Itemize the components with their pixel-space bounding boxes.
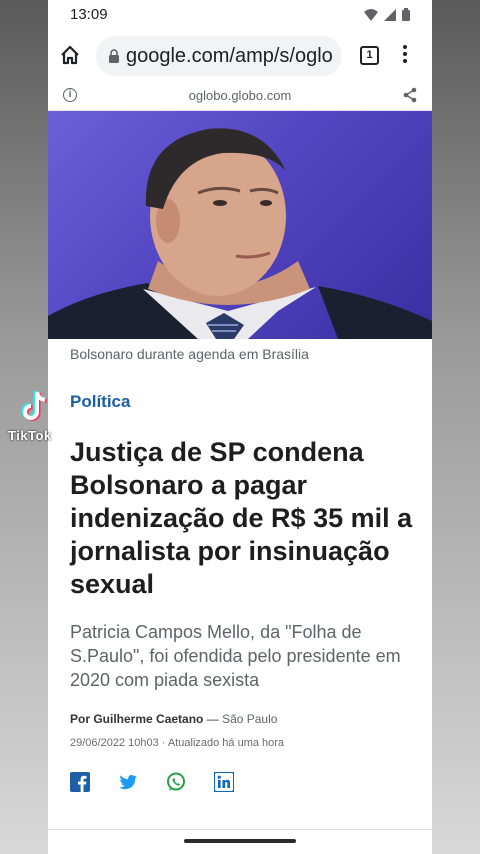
publish-date: 29/06/2022 10h03 · Atualizado há uma hor… bbox=[70, 737, 285, 749]
amp-domain[interactable]: oglobo.globo.com bbox=[48, 88, 432, 103]
gesture-nav-bar[interactable] bbox=[184, 839, 296, 843]
tiktok-logo-icon bbox=[21, 390, 47, 421]
content-divider bbox=[48, 829, 432, 830]
wifi-icon bbox=[364, 8, 378, 21]
overflow-menu-icon[interactable] bbox=[402, 45, 408, 65]
phone-screen: 13:09 google.com/amp/s/oglo 1 i oglobo.g… bbox=[48, 0, 432, 854]
article-headline: Justiça de SP condena Bolsonaro a pagar … bbox=[70, 437, 413, 599]
byline-separator: — bbox=[206, 712, 223, 726]
author-name[interactable]: Por Guilherme Caetano bbox=[70, 712, 203, 726]
url-text: google.com/amp/s/oglo bbox=[126, 45, 333, 67]
byline-city: São Paulo bbox=[222, 712, 278, 726]
category-link[interactable]: Política bbox=[70, 392, 130, 412]
status-time: 13:09 bbox=[70, 6, 108, 23]
lock-icon bbox=[109, 49, 119, 63]
tiktok-watermark: TikTok bbox=[8, 390, 60, 460]
linkedin-icon[interactable] bbox=[214, 772, 234, 792]
tiktok-wordmark: TikTok bbox=[8, 428, 52, 443]
twitter-icon[interactable] bbox=[118, 772, 138, 792]
photo-caption: Bolsonaro durante agenda em Brasília bbox=[70, 346, 309, 362]
amp-header: i oglobo.globo.com bbox=[48, 82, 432, 111]
facebook-icon[interactable] bbox=[70, 772, 90, 792]
home-icon[interactable] bbox=[59, 44, 81, 66]
address-bar[interactable]: google.com/amp/s/oglo bbox=[96, 36, 342, 76]
background-right bbox=[432, 0, 480, 854]
status-bar: 13:09 bbox=[48, 0, 432, 30]
browser-toolbar: google.com/amp/s/oglo 1 bbox=[48, 30, 432, 82]
share-icon[interactable] bbox=[402, 87, 418, 103]
tab-switcher-button[interactable]: 1 bbox=[360, 46, 379, 65]
signal-icon bbox=[384, 8, 396, 21]
share-bar bbox=[70, 772, 234, 792]
article-photo bbox=[48, 111, 432, 339]
battery-icon bbox=[402, 8, 410, 21]
status-icons bbox=[364, 8, 410, 21]
byline: Por Guilherme Caetano — São Paulo bbox=[70, 712, 277, 726]
whatsapp-icon[interactable] bbox=[166, 772, 186, 792]
portrait-image bbox=[48, 128, 432, 339]
article-subtitle: Patricia Campos Mello, da "Folha de S.Pa… bbox=[70, 622, 401, 690]
